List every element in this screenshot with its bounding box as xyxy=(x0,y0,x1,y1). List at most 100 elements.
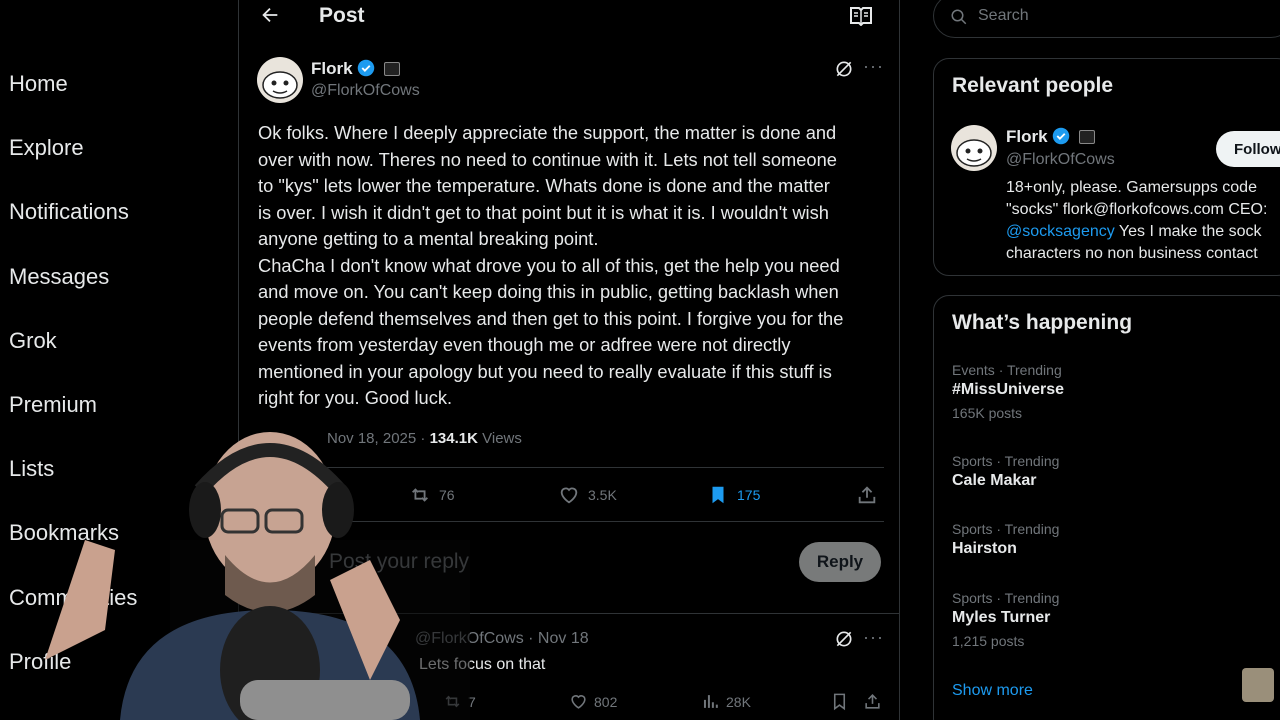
reply-bookmark-button[interactable] xyxy=(830,692,849,711)
author-name[interactable]: Flork xyxy=(311,59,353,78)
trend-name: Myles Turner xyxy=(952,609,1051,626)
views-count: 134.1K xyxy=(429,430,478,447)
trend-item[interactable]: Events · Trending #MissUniverse 165K pos… xyxy=(952,362,1064,421)
right-sidebar: Relevant people Flork @FlorkOfCows Follo… xyxy=(900,0,1280,720)
search-input[interactable] xyxy=(978,4,1278,28)
page-title: Post xyxy=(319,4,365,27)
bio-line: "socks" flork@florkofcows.com CEO: xyxy=(1006,201,1268,218)
post-meta: Nov 18, 2025 · 134.1K Views xyxy=(327,430,522,447)
repost-count: 76 xyxy=(439,487,455,503)
bookmark-button[interactable]: 175 xyxy=(707,484,760,506)
author-avatar[interactable] xyxy=(257,57,303,103)
reply-post-header: @FlorkOfCows · Nov 18 xyxy=(415,630,589,647)
trend-category: Sports · Trending xyxy=(952,521,1060,537)
nav-item-home[interactable]: Home xyxy=(9,71,68,97)
nav-item-explore[interactable]: Explore xyxy=(9,135,84,161)
share-button[interactable] xyxy=(856,484,878,506)
grok-icon[interactable] xyxy=(834,629,854,649)
grok-icon[interactable] xyxy=(834,59,854,79)
more-options-icon[interactable]: ··· xyxy=(863,627,884,648)
bio-line: @socksagency Yes I make the sock xyxy=(1006,221,1280,243)
bookmark-icon xyxy=(833,693,846,711)
trend-name: Cale Makar xyxy=(952,472,1037,489)
trend-count: 165K posts xyxy=(952,405,1023,421)
nav-item-profile[interactable]: Profile xyxy=(9,649,71,675)
trend-count: 1,215 posts xyxy=(952,633,1025,649)
nav-item-grok[interactable]: Grok xyxy=(9,328,57,354)
divider xyxy=(258,521,884,522)
reply-repost-count: 7 xyxy=(468,693,476,710)
search-bar[interactable] xyxy=(933,0,1280,38)
person-name[interactable]: Flork xyxy=(1006,127,1048,146)
bio-text: Yes I make the sock xyxy=(1114,223,1262,240)
reply-share-button[interactable] xyxy=(863,692,882,711)
reply-repost-button[interactable]: 7 xyxy=(443,692,476,711)
reply-text: Lets focus on that xyxy=(419,656,546,673)
nav-item-communities[interactable]: Communities xyxy=(9,585,137,611)
back-arrow-icon[interactable] xyxy=(259,4,281,26)
reply-date[interactable]: Nov 18 xyxy=(538,630,589,647)
repost-button[interactable]: 76 xyxy=(409,484,455,506)
more-options-icon[interactable]: ··· xyxy=(863,56,884,77)
trend-item[interactable]: Sports · Trending Cale Makar xyxy=(952,453,1059,490)
person-avatar[interactable] xyxy=(951,125,997,171)
share-icon xyxy=(858,486,876,504)
trend-name: Hairston xyxy=(952,540,1017,557)
repost-icon xyxy=(412,488,428,502)
bio-line: characters no non business contact xyxy=(1006,245,1258,262)
nav-item-notifications[interactable]: Notifications xyxy=(9,199,129,225)
reply-handle[interactable]: @FlorkOfCows xyxy=(415,630,524,647)
divider xyxy=(239,613,899,614)
author-handle[interactable]: @FlorkOfCows xyxy=(311,82,420,100)
nav-item-lists[interactable]: Lists xyxy=(9,456,54,482)
reader-icon[interactable] xyxy=(849,6,873,26)
main-column: Post Flork @FlorkOfCows ··· Ok folks. Wh… xyxy=(238,0,900,720)
verified-badge-icon xyxy=(358,59,375,77)
repost-icon xyxy=(445,695,460,708)
nav-item-premium[interactable]: Premium xyxy=(9,392,97,418)
trend-category: Sports · Trending xyxy=(952,453,1060,469)
corner-avatar[interactable] xyxy=(1242,668,1274,702)
search-icon xyxy=(951,9,967,25)
affiliate-badge-icon xyxy=(1079,130,1096,144)
reply-views-button[interactable]: 28K xyxy=(701,692,751,711)
verified-badge-icon xyxy=(1053,127,1070,145)
like-button[interactable]: 3.5K xyxy=(558,484,617,506)
affiliate-badge-icon xyxy=(384,62,401,76)
nav-item-messages[interactable]: Messages xyxy=(9,264,109,290)
post-text: Ok folks. Where I deeply appreciate the … xyxy=(258,122,844,408)
trend-name: #MissUniverse xyxy=(952,381,1065,398)
views-label: Views xyxy=(482,430,522,447)
person-handle[interactable]: @FlorkOfCows xyxy=(1006,151,1115,169)
relevant-people-panel: Relevant people Flork @FlorkOfCows Follo… xyxy=(933,58,1280,276)
share-icon xyxy=(865,694,880,709)
divider xyxy=(258,467,884,468)
person-bio: 18+only, please. Gamersupps code "socks"… xyxy=(1006,177,1280,265)
sidebar-nav: Home Explore Notifications Messages Grok… xyxy=(0,0,238,720)
reply-like-button[interactable]: 802 xyxy=(569,692,617,711)
reply-input[interactable]: Post your reply xyxy=(329,550,469,574)
follow-button[interactable]: Follow xyxy=(1216,131,1280,167)
analytics-icon xyxy=(703,695,718,708)
show-more-link[interactable]: Show more xyxy=(952,682,1033,700)
trend-category: Sports · Trending xyxy=(952,590,1060,606)
reply-like-count: 802 xyxy=(594,693,618,710)
bookmark-count: 175 xyxy=(737,487,761,503)
trend-item[interactable]: Sports · Trending Myles Turner 1,215 pos… xyxy=(952,590,1059,649)
person-name-row[interactable]: Flork xyxy=(1006,127,1096,147)
heart-icon xyxy=(560,487,578,504)
post-header: Post xyxy=(239,0,899,34)
trend-category: Events · Trending xyxy=(952,362,1062,378)
whats-happening-title: What’s happening xyxy=(952,311,1133,334)
bio-line: 18+only, please. Gamersupps code xyxy=(1006,179,1257,196)
heart-icon xyxy=(571,695,586,709)
reply-views-count: 28K xyxy=(726,693,751,710)
bio-link[interactable]: @socksagency xyxy=(1006,223,1115,240)
post-date[interactable]: Nov 18, 2025 xyxy=(327,430,416,447)
reply-button[interactable]: Reply xyxy=(799,542,881,582)
author-name-row[interactable]: Flork xyxy=(311,59,401,79)
relevant-people-title: Relevant people xyxy=(952,74,1114,97)
like-count: 3.5K xyxy=(588,487,617,503)
trend-item[interactable]: Sports · Trending Hairston xyxy=(952,521,1059,558)
nav-item-bookmarks[interactable]: Bookmarks xyxy=(9,520,119,546)
